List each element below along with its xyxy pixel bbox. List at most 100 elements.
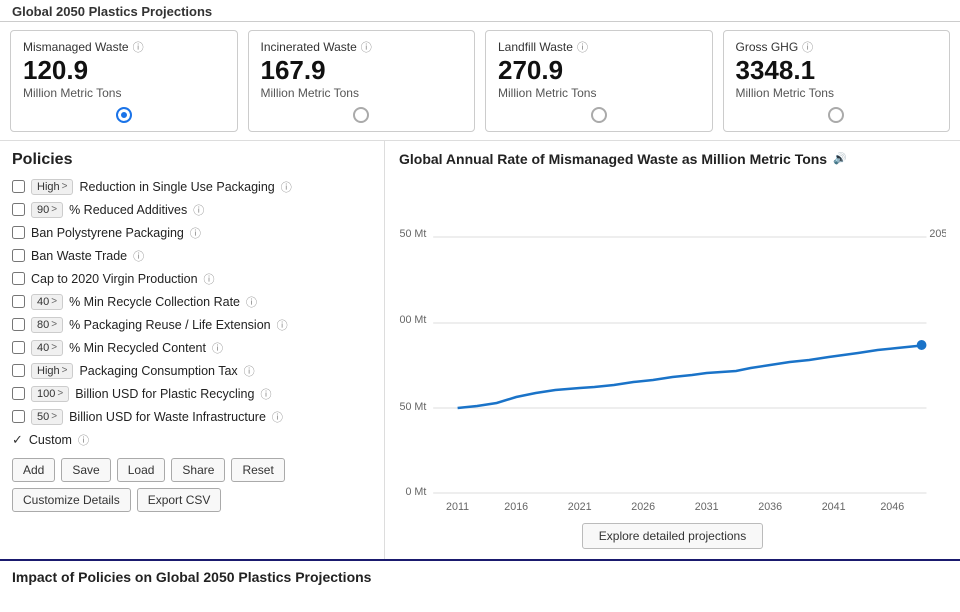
chart-panel: Global Annual Rate of Mismanaged Waste a… xyxy=(385,141,960,559)
policy-arrow-${item.id}: > xyxy=(57,388,63,399)
svg-text:2046: 2046 xyxy=(880,501,904,513)
svg-text:2036: 2036 xyxy=(758,501,782,513)
policy-item-reduced-additives: 90 > % Reduced Additives ⓘ xyxy=(12,202,372,218)
policy-checkbox-recycled-content[interactable] xyxy=(12,341,25,354)
policy-label-ban-polystyrene: Ban Polystyrene Packaging xyxy=(31,226,184,240)
metric-label-landfill: Landfill Waste ⓘ xyxy=(498,39,700,55)
footer-title: Impact of Policies on Global 2050 Plasti… xyxy=(0,559,960,593)
customize-details-button[interactable]: Customize Details xyxy=(12,488,131,512)
policy-item-recycling-funding: 100 > Billion USD for Plastic Recycling … xyxy=(12,386,372,402)
explore-projections-button[interactable]: Explore detailed projections xyxy=(582,523,763,549)
svg-text:2016: 2016 xyxy=(504,501,528,513)
policy-checkbox-recycling-funding[interactable] xyxy=(12,387,25,400)
radio-circle-mismanaged[interactable] xyxy=(116,107,132,123)
metric-unit-landfill: Million Metric Tons xyxy=(498,86,700,100)
reset-button[interactable]: Reset xyxy=(231,458,284,482)
policy-info-icon-waste-infra: ⓘ xyxy=(272,409,283,425)
policy-badge-reduced-additives[interactable]: 90 > xyxy=(31,202,63,218)
add-button[interactable]: Add xyxy=(12,458,55,482)
radio-circle-ghg[interactable] xyxy=(828,107,844,123)
metric-radio-landfill[interactable] xyxy=(498,106,700,123)
chart-area: 0 Mt 50 Mt 100 Mt 150 Mt 2011 2016 2021 … xyxy=(399,175,946,515)
policy-badge-reuse[interactable]: 80 > xyxy=(31,317,63,333)
policy-checkbox-ban-waste-trade[interactable] xyxy=(12,249,25,262)
policy-item-single-use: High > Reduction in Single Use Packaging… xyxy=(12,179,372,195)
metric-radio-mismanaged[interactable] xyxy=(23,106,225,123)
custom-info-icon: ⓘ xyxy=(78,432,89,448)
page-title: Global 2050 Plastics Projections xyxy=(0,0,960,22)
policy-checkbox-waste-infra[interactable] xyxy=(12,410,25,423)
policy-arrow-${item.id}: > xyxy=(51,319,57,330)
custom-checkmark: ✓ xyxy=(12,432,23,448)
load-button[interactable]: Load xyxy=(117,458,166,482)
svg-text:2021: 2021 xyxy=(568,501,592,513)
policy-badge-recycle-rate[interactable]: 40 > xyxy=(31,294,63,310)
policy-arrow-${item.id}: > xyxy=(51,342,57,353)
metric-radio-incinerated[interactable] xyxy=(261,106,463,123)
policy-label-recycle-rate: % Min Recycle Collection Rate xyxy=(69,295,240,309)
policy-label-recycling-funding: Billion USD for Plastic Recycling xyxy=(75,387,254,401)
details-buttons-row: Customize Details Export CSV xyxy=(12,488,372,512)
metric-info-icon-incinerated: ⓘ xyxy=(361,39,372,55)
metric-unit-incinerated: Million Metric Tons xyxy=(261,86,463,100)
metric-card-mismanaged[interactable]: Mismanaged Waste ⓘ 120.9 Million Metric … xyxy=(10,30,238,132)
save-button[interactable]: Save xyxy=(61,458,110,482)
svg-text:150 Mt: 150 Mt xyxy=(399,228,426,240)
svg-text:2050: 2050 xyxy=(929,228,946,240)
policy-checkbox-consumption-tax[interactable] xyxy=(12,364,25,377)
policy-item-cap-virgin: Cap to 2020 Virgin Production ⓘ xyxy=(12,271,372,287)
svg-text:0 Mt: 0 Mt xyxy=(405,486,426,498)
policy-checkbox-recycle-rate[interactable] xyxy=(12,295,25,308)
policy-label-ban-waste-trade: Ban Waste Trade xyxy=(31,249,127,263)
metric-label-incinerated: Incinerated Waste ⓘ xyxy=(261,39,463,55)
policy-badge-single-use[interactable]: High > xyxy=(31,179,73,195)
policy-badge-waste-infra[interactable]: 50 > xyxy=(31,409,63,425)
policy-badge-recycled-content[interactable]: 40 > xyxy=(31,340,63,356)
share-button[interactable]: Share xyxy=(171,458,225,482)
metric-unit-ghg: Million Metric Tons xyxy=(736,86,938,100)
policy-item-ban-waste-trade: Ban Waste Trade ⓘ xyxy=(12,248,372,264)
metric-value-ghg: 3348.1 xyxy=(736,55,938,86)
policy-item-reuse: 80 > % Packaging Reuse / Life Extension … xyxy=(12,317,372,333)
radio-circle-incinerated[interactable] xyxy=(353,107,369,123)
policy-checkbox-cap-virgin[interactable] xyxy=(12,272,25,285)
policy-label-waste-infra: Billion USD for Waste Infrastructure xyxy=(69,410,266,424)
chart-title: Global Annual Rate of Mismanaged Waste a… xyxy=(399,151,946,167)
metric-card-incinerated[interactable]: Incinerated Waste ⓘ 167.9 Million Metric… xyxy=(248,30,476,132)
radio-circle-landfill[interactable] xyxy=(591,107,607,123)
svg-text:100 Mt: 100 Mt xyxy=(399,314,426,326)
metric-radio-ghg[interactable] xyxy=(736,106,938,123)
metric-value-landfill: 270.9 xyxy=(498,55,700,86)
metric-label-ghg: Gross GHG ⓘ xyxy=(736,39,938,55)
policy-badge-consumption-tax[interactable]: High > xyxy=(31,363,73,379)
policy-info-icon-reduced-additives: ⓘ xyxy=(193,202,204,218)
custom-item: ✓ Custom ⓘ xyxy=(12,432,372,448)
policy-label-cap-virgin: Cap to 2020 Virgin Production xyxy=(31,272,198,286)
policy-info-icon-ban-polystyrene: ⓘ xyxy=(190,225,201,241)
policy-info-icon-ban-waste-trade: ⓘ xyxy=(133,248,144,264)
svg-text:50 Mt: 50 Mt xyxy=(399,401,426,413)
policy-checkbox-reduced-additives[interactable] xyxy=(12,203,25,216)
policy-label-recycled-content: % Min Recycled Content xyxy=(69,341,206,355)
policy-checkbox-reuse[interactable] xyxy=(12,318,25,331)
metric-card-landfill[interactable]: Landfill Waste ⓘ 270.9 Million Metric To… xyxy=(485,30,713,132)
metric-card-ghg[interactable]: Gross GHG ⓘ 3348.1 Million Metric Tons xyxy=(723,30,951,132)
policy-item-ban-polystyrene: Ban Polystyrene Packaging ⓘ xyxy=(12,225,372,241)
policy-info-icon-single-use: ⓘ xyxy=(281,179,292,195)
policy-badge-recycling-funding[interactable]: 100 > xyxy=(31,386,69,402)
svg-text:2011: 2011 xyxy=(446,501,469,513)
policy-label-reuse: % Packaging Reuse / Life Extension xyxy=(69,318,271,332)
policy-checkbox-single-use[interactable] xyxy=(12,180,25,193)
policy-checkbox-ban-polystyrene[interactable] xyxy=(12,226,25,239)
export-csv-button[interactable]: Export CSV xyxy=(137,488,222,512)
policies-panel: Policies High > Reduction in Single Use … xyxy=(0,141,385,559)
metric-value-incinerated: 167.9 xyxy=(261,55,463,86)
policy-info-icon-consumption-tax: ⓘ xyxy=(244,363,255,379)
metric-info-icon-landfill: ⓘ xyxy=(577,39,588,55)
metric-info-icon-mismanaged: ⓘ xyxy=(133,39,144,55)
policy-info-icon-recycled-content: ⓘ xyxy=(212,340,223,356)
chart-svg: 0 Mt 50 Mt 100 Mt 150 Mt 2011 2016 2021 … xyxy=(399,175,946,515)
policy-info-icon-recycle-rate: ⓘ xyxy=(246,294,257,310)
svg-text:2026: 2026 xyxy=(631,501,655,513)
policy-label-reduced-additives: % Reduced Additives xyxy=(69,203,187,217)
